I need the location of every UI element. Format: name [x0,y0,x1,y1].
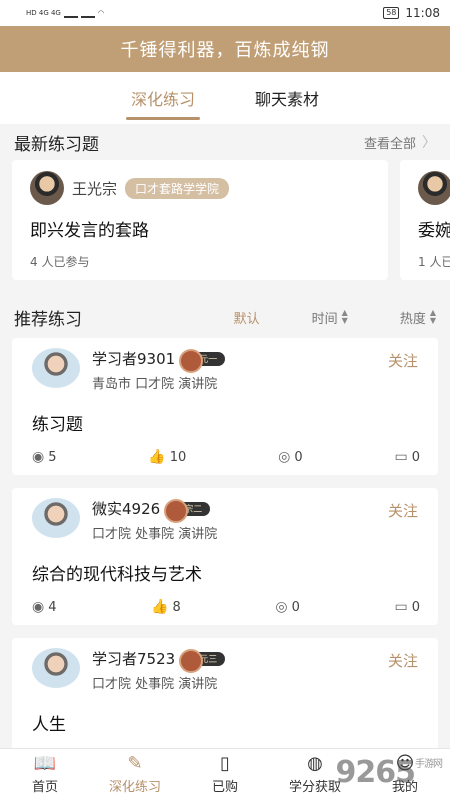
status-bar: HD 4G 4G ◠ 58 11:08 [0,0,450,26]
watermark-sub: 手游网 [415,759,443,770]
thumbs-up-icon: 👍 [148,449,166,465]
coins-icon: ◍ [307,753,323,774]
reward-count-value: 0 [294,449,303,465]
view-all-link[interactable]: 查看全部 〉 [364,132,436,152]
reward-button[interactable]: ◎ 0 [275,599,300,615]
nav-deep-practice[interactable]: ✎ 深化练习 [90,749,180,800]
clock: 11:08 [405,6,440,20]
view-count: ◉ 5 [32,449,57,465]
reward-button[interactable]: ◎ 0 [278,449,303,465]
site-watermark: 9265手游网 [335,755,444,790]
latest-card-peek[interactable]: 委婉 1 人已 [400,160,450,280]
wifi-icon: ◠ [97,9,104,17]
author-name: 王光宗 [72,179,118,198]
comment-count-value: 0 [411,599,420,615]
avatar[interactable] [32,348,80,388]
sort-time-button[interactable]: 时间 ▲ ▼ [312,308,348,327]
user-location: 口才院 处事院 演讲院 [92,677,218,692]
nav-home[interactable]: 📖 首页 [0,749,90,800]
college-tag: 口才套路学学院 [125,177,230,199]
user-location: 青岛市 口才院 演讲院 [92,377,218,392]
tab-deep-practice[interactable]: 深化练习 [125,76,201,120]
like-count-value: 8 [172,599,181,615]
card-title: 委婉 [418,221,450,241]
user-name: 学习者7523 [92,650,176,668]
recommended-header: 推荐练习 默认 时间 ▲ ▼ 热度 ▲ ▼ [0,296,450,338]
latest-card[interactable]: 王光宗 口才套路学学院 即兴发言的套路 4 人已参与 [12,160,388,280]
comment-button[interactable]: ▭ 0 [394,449,420,465]
user-name: 微实4926 [92,500,161,518]
post-title: 综合的现代科技与艺术 [32,565,202,585]
bookmark-icon: ▯ [220,753,230,774]
rank-badge: 元一 [179,348,226,373]
latest-carousel[interactable]: 王光宗 口才套路学学院 即兴发言的套路 4 人已参与 委婉 1 人已 [0,160,450,288]
slogan-banner: 千锤得利器，百炼成纯钢 [0,26,450,72]
comment-button[interactable]: ▭ 0 [394,599,420,615]
slogan-text: 千锤得利器，百炼成纯钢 [120,40,330,61]
sort-hot-button[interactable]: 热度 ▲ ▼ [400,308,436,327]
view-count-value: 5 [48,449,57,465]
view-count: ◉ 4 [32,599,57,615]
post-stats: ◉ 5 👍 10 ◎ 0 ▭ 0 [32,449,420,465]
view-count-value: 4 [48,599,57,615]
user-location: 口才院 处事院 演讲院 [92,527,218,542]
eye-icon: ◉ [32,599,45,615]
avatar[interactable] [30,171,64,205]
latest-title: 最新练习题 [14,134,99,155]
avatar[interactable] [32,648,80,688]
battery-icon: 58 [383,7,400,19]
nav-home-label: 首页 [31,780,58,795]
view-all-label: 查看全部 [363,136,416,152]
participant-count: 1 人已 [418,255,450,269]
post-stats: ◉ 4 👍 8 ◎ 0 ▭ 0 [32,599,420,615]
reward-icon: ◎ [278,449,291,465]
rank-badge: 元三 [179,648,226,673]
thumbs-up-icon: 👍 [151,599,169,615]
sort-arrows-icon: ▲ ▼ [341,308,348,325]
watermark-text: 9265 [335,755,416,790]
tab-chat-material[interactable]: 聊天素材 [255,76,319,120]
recommended-title: 推荐练习 [14,309,82,330]
comment-icon: ▭ [394,599,408,615]
participant-count: 4 人已参与 [30,255,90,269]
practice-post[interactable]: 学习者9301 元一 青岛市 口才院 演讲院 关注 练习题 ◉ 5 👍 10 ◎ 0 … [12,338,438,475]
like-button[interactable]: 👍 10 [148,449,186,465]
follow-button[interactable]: 关注 [388,350,418,371]
post-title: 练习题 [32,415,83,435]
practice-post[interactable]: 微实4926 宗二 口才院 处事院 演讲院 关注 综合的现代科技与艺术 ◉ 4 👍… [12,488,438,625]
follow-button[interactable]: 关注 [388,650,418,671]
nav-deep-practice-label: 深化练习 [108,780,161,795]
sort-default-label: 默认 [233,311,260,327]
nav-purchased[interactable]: ▯ 已购 [180,749,270,800]
avatar[interactable] [32,498,80,538]
like-count-value: 10 [169,449,187,465]
sort-hot-label: 热度 [399,311,426,327]
nav-purchased-label: 已购 [211,780,238,795]
chevron-right-icon: 〉 [422,135,436,151]
top-tabs: 深化练习 聊天素材 [0,72,450,124]
pencil-icon: ✎ [127,753,143,774]
avatar[interactable] [418,171,450,205]
post-title: 人生 [32,715,66,735]
sort-arrows-icon: ▲ ▼ [429,308,436,325]
sort-time-label: 时间 [311,311,338,327]
card-title: 即兴发言的套路 [30,221,149,241]
follow-button[interactable]: 关注 [388,500,418,521]
user-name: 学习者9301 [92,350,176,368]
sort-default-button[interactable]: 默认 [234,308,260,327]
eye-icon: ◉ [32,449,45,465]
like-button[interactable]: 👍 8 [151,599,181,615]
comment-icon: ▭ [394,449,408,465]
signal-indicators: HD 4G 4G ◠ [26,9,104,18]
signal-icon [63,9,78,18]
rank-badge: 宗二 [164,498,211,523]
network-label: HD 4G 4G [26,9,61,17]
latest-section-header: 最新练习题 查看全部 〉 [0,124,450,160]
reward-count-value: 0 [291,599,300,615]
reward-icon: ◎ [275,599,288,615]
book-icon: 📖 [33,753,57,774]
nav-credits-label: 学分获取 [288,780,341,795]
signal-icon-2 [80,9,95,18]
comment-count-value: 0 [411,449,420,465]
